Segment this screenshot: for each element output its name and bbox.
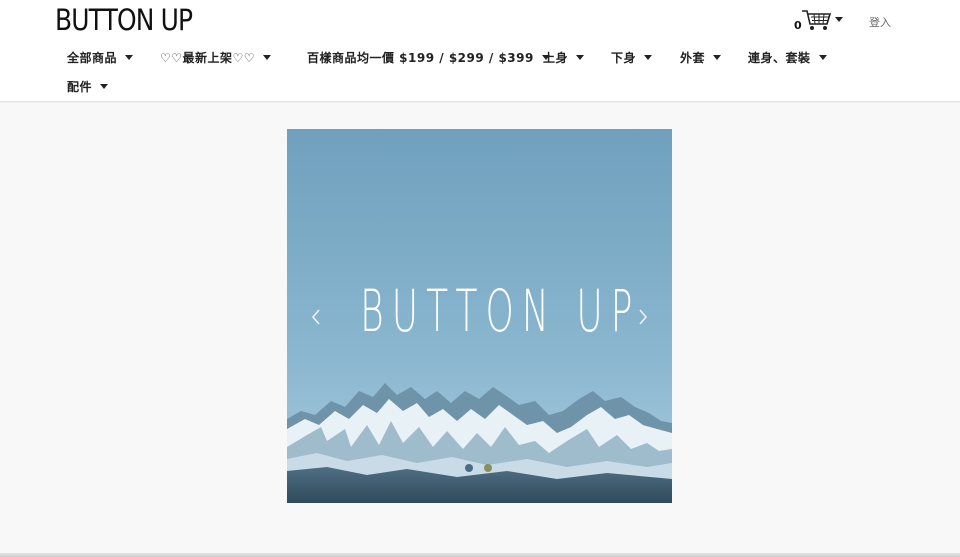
nav-item-tops[interactable]: 上身 — [543, 47, 585, 67]
nav-item-label: 外套 — [680, 50, 706, 65]
carousel-dot[interactable] — [465, 464, 473, 472]
site-logo[interactable]: BUTTON UP — [55, 3, 193, 37]
nav-item-label: 配件 — [67, 79, 93, 94]
page-bottom-divider — [0, 553, 960, 557]
chevron-down-icon — [576, 54, 585, 60]
carousel-next-arrow[interactable] — [636, 307, 650, 327]
chevron-down-icon — [100, 83, 109, 89]
shopping-cart-icon — [802, 10, 832, 30]
nav-item-flat-price[interactable]: 百樣商品均一價 $199 / $299 / $399 — [307, 47, 550, 67]
nav-item-label: 百樣商品均一價 $199 / $299 / $399 — [307, 50, 534, 65]
nav-item-label: 全部商品 — [67, 50, 118, 65]
nav-item-all-products[interactable]: 全部商品 — [67, 47, 134, 67]
hero-carousel[interactable]: BUTTON UP — [287, 129, 672, 503]
nav-item-new-arrivals[interactable]: ♡♡最新上架♡♡ — [160, 47, 272, 67]
chevron-right-icon — [639, 309, 648, 325]
cart-button[interactable]: 0 — [793, 8, 845, 32]
chevron-down-icon — [644, 54, 653, 60]
chevron-down-icon — [713, 54, 722, 60]
carousel-prev-arrow[interactable] — [309, 307, 323, 327]
chevron-down-icon — [818, 54, 827, 60]
nav-item-sets[interactable]: 連身、套裝 — [748, 47, 827, 67]
nav-item-label: 連身、套裝 — [748, 50, 811, 65]
nav-item-accessories[interactable]: 配件 — [67, 76, 109, 96]
banner-title: BUTTON UP — [360, 277, 641, 345]
site-header: BUTTON UP 0 登入 全部商品 ♡♡最新上架♡♡ 百樣商品均一價 $19… — [0, 0, 960, 102]
nav-item-label: 上身 — [543, 50, 569, 65]
nav-item-bottoms[interactable]: 下身 — [611, 47, 653, 67]
nav-item-label: ♡♡最新上架♡♡ — [160, 50, 256, 65]
login-link[interactable]: 登入 — [869, 14, 891, 30]
chevron-down-icon — [125, 54, 134, 60]
chevron-down-icon — [835, 17, 843, 22]
chevron-down-icon — [263, 54, 272, 60]
chevron-left-icon — [311, 309, 320, 325]
carousel-dot-active[interactable] — [484, 464, 492, 472]
nav-item-label: 下身 — [611, 50, 637, 65]
nav-item-outerwear[interactable]: 外套 — [680, 47, 722, 67]
